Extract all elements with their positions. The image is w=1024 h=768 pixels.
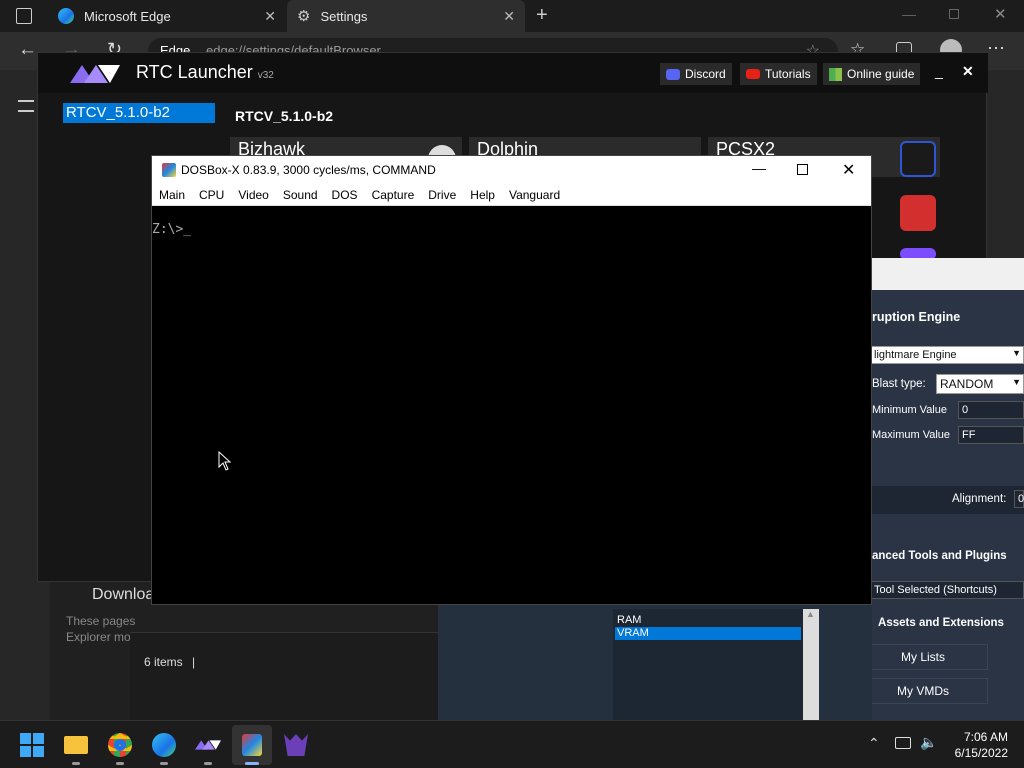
menu-main[interactable]: Main (159, 188, 185, 202)
status-divider: | (192, 655, 196, 669)
engine-select[interactable]: lightmare Engine ▼ (870, 346, 1024, 364)
menu-help[interactable]: Help (470, 188, 495, 202)
download-text: Downloa (92, 586, 155, 603)
version-list-item[interactable]: RTCV_5.1.0-b2 (63, 103, 215, 123)
online-guide-button[interactable]: Online guide (823, 63, 921, 85)
assets-heading: Assets and Extensions (878, 617, 1004, 629)
menu-cpu[interactable]: CPU (199, 188, 224, 202)
rtc-version-tag: v32 (257, 70, 274, 81)
ps2-logo-icon[interactable] (900, 141, 936, 177)
youtube-icon (746, 69, 760, 79)
tab-microsoft-edge[interactable]: Microsoft Edge ✕ (48, 0, 286, 32)
gear-icon: ⚙ (297, 8, 311, 25)
edge-icon[interactable] (150, 731, 178, 765)
taskbar: ⌃ 🔈 7:06 AM 6/15/2022 (0, 720, 1024, 768)
tab-label: Settings (320, 8, 368, 24)
chevron-down-icon: ▼ (1012, 348, 1021, 358)
close-icon[interactable]: ✕ (503, 8, 515, 25)
notice-line-1: These pages (66, 614, 136, 628)
tutorials-button[interactable]: Tutorials (740, 63, 817, 85)
minimize-icon[interactable]: — (752, 160, 766, 176)
items-count: 6 items (144, 655, 183, 669)
volume-icon[interactable]: 🔈 (920, 734, 937, 751)
menu-drive[interactable]: Drive (428, 188, 456, 202)
version-heading: RTCV_5.1.0-b2 (235, 108, 334, 124)
blast-type-select[interactable]: RANDOM ▼ (936, 374, 1024, 394)
blast-type-label: Blast type: (872, 378, 926, 390)
window-close-icon[interactable]: ✕ (994, 5, 1007, 23)
vanguard-icon[interactable] (282, 731, 310, 759)
cartridge-icon[interactable] (900, 195, 936, 231)
chevron-down-icon: ▼ (1012, 377, 1021, 387)
corruption-panel-titlebar (872, 258, 1024, 290)
dosbox-window: DOSBox-X 0.83.9, 3000 cycles/ms, COMMAND… (151, 155, 872, 605)
chevron-up-icon[interactable]: ⌃ (868, 735, 880, 752)
engine-heading: ruption Engine (872, 310, 961, 324)
tab-settings[interactable]: ⚙ Settings ✕ (287, 0, 525, 32)
rtc-minimize-icon[interactable]: _ (935, 63, 943, 79)
rtc-title: RTC Launcher v32 (136, 62, 274, 82)
more-menu-icon[interactable]: ⋯ (987, 38, 1005, 59)
alignment-row: Alignment: 0 (872, 486, 1024, 514)
discord-button[interactable]: Discord (660, 63, 732, 85)
maximum-value-label: Maximum Value (872, 429, 951, 441)
dosbox-icon (162, 163, 176, 177)
close-icon[interactable]: ✕ (264, 8, 276, 25)
menu-video[interactable]: Video (238, 188, 268, 202)
clock[interactable]: 7:06 AM 6/15/2022 (944, 729, 1008, 761)
scrollbar[interactable]: ▲ (803, 609, 819, 720)
tab-actions-icon[interactable] (16, 8, 32, 24)
list-item[interactable]: RAM (615, 614, 801, 627)
mouse-cursor-icon (218, 451, 232, 471)
edge-tab-bar: Microsoft Edge ✕ ⚙ Settings ✕ + — ✕ (0, 0, 1024, 32)
list-item[interactable]: VRAM (615, 627, 801, 640)
my-vmds-button[interactable]: My VMDs (858, 678, 988, 704)
minimize-icon[interactable]: — (902, 6, 916, 22)
notice-line-2: Explorer mo (66, 630, 131, 644)
minimum-value-label: Minimum Value (872, 404, 947, 416)
new-tab-icon[interactable]: + (536, 4, 548, 27)
menu-vanguard[interactable]: Vanguard (509, 188, 560, 202)
discord-icon (666, 68, 680, 80)
maximize-icon[interactable] (797, 164, 808, 175)
file-explorer-icon[interactable] (62, 731, 90, 765)
menu-sound[interactable]: Sound (283, 188, 318, 202)
scroll-up-icon[interactable]: ▲ (806, 609, 815, 619)
chrome-icon[interactable] (106, 731, 134, 765)
hamburger-icon[interactable] (18, 100, 34, 112)
menu-dos[interactable]: DOS (332, 188, 358, 202)
menu-capture[interactable]: Capture (372, 188, 415, 202)
rtc-logo-icon (70, 65, 120, 83)
dos-prompt[interactable]: Z:\>_ (152, 222, 191, 237)
edge-logo-icon (58, 8, 74, 24)
tab-label: Microsoft Edge (84, 8, 171, 24)
my-lists-button[interactable]: My Lists (858, 644, 988, 670)
corruption-panel: ruption Engine lightmare Engine ▼ Blast … (858, 258, 1024, 720)
rtc-close-icon[interactable]: ✕ (962, 63, 974, 80)
alignment-label: Alignment: (952, 493, 1007, 505)
clock-time: 7:06 AM (963, 730, 1008, 744)
rtc-launcher-icon[interactable] (194, 731, 222, 765)
clock-date: 6/15/2022 (954, 746, 1008, 760)
back-icon[interactable]: ← (18, 39, 37, 61)
minimum-value-input[interactable]: 0 (958, 401, 1024, 419)
rtc-header: RTC Launcher v32 Discord Tutorials Onlin… (38, 53, 988, 93)
explorer-status-bar: 6 items | (130, 632, 438, 720)
guide-icon (829, 67, 842, 81)
dosbox-icon[interactable] (238, 731, 266, 765)
close-icon[interactable]: ✕ (842, 160, 855, 180)
restore-icon[interactable] (949, 9, 959, 19)
tools-heading: anced Tools and Plugins (872, 550, 1007, 562)
maximum-value-input[interactable]: FF (958, 426, 1024, 444)
alignment-input[interactable]: 0 (1014, 490, 1024, 508)
memory-domains-panel: RAM VRAM ▲ (438, 605, 872, 720)
network-icon[interactable] (895, 737, 911, 749)
windows-start-icon[interactable] (18, 731, 46, 759)
dosbox-titlebar: DOSBox-X 0.83.9, 3000 cycles/ms, COMMAND… (152, 156, 871, 184)
memory-domains-list: RAM VRAM (613, 609, 803, 720)
tool-selector[interactable]: Tool Selected (Shortcuts) (870, 581, 1024, 599)
dosbox-menubar: Main CPU Video Sound DOS Capture Drive H… (152, 184, 871, 206)
dosbox-title: DOSBox-X 0.83.9, 3000 cycles/ms, COMMAND (181, 163, 436, 177)
